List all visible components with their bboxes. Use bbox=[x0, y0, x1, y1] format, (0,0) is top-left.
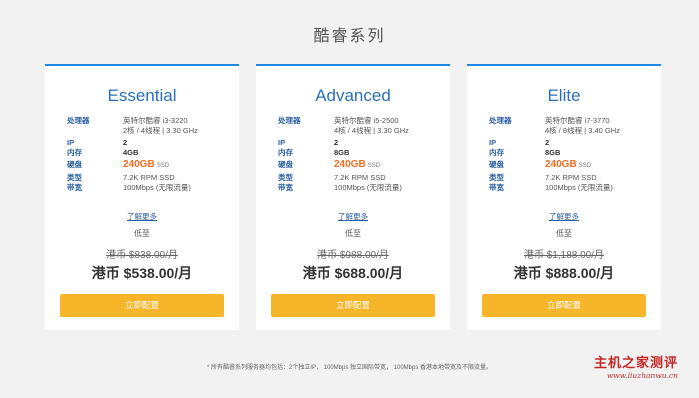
watermark-title: 主机之家测评 bbox=[593, 356, 678, 371]
spec-value-cpu: 英特尔酷睿 i3-3220 bbox=[123, 116, 188, 125]
spec-value-type: 7.2K RPM SSD bbox=[545, 173, 597, 182]
sale-price: 港币 $538.00/月 bbox=[91, 265, 193, 281]
starting-from-label: 低至 bbox=[134, 229, 150, 238]
spec-list: 处理器 英特尔酷睿 i7-3770 4核 / 8线程 | 3.40 GHz IP 2… bbox=[489, 116, 649, 193]
plan-name: Essential bbox=[107, 86, 177, 105]
original-price: 港币 $1,188.00/月 bbox=[523, 250, 605, 261]
spec-value-ram: 4GB bbox=[123, 148, 139, 157]
spec-value-type: 7.2K RPM SSD bbox=[334, 173, 386, 182]
spec-value-cpu: 英特尔酷睿 i5-2500 bbox=[334, 116, 399, 125]
original-price: 港币 $988.00/月 bbox=[317, 250, 389, 261]
configure-now-button[interactable]: 立即配置 bbox=[482, 294, 646, 317]
spec-label-type: 类型 bbox=[489, 173, 504, 182]
spec-value-ip: 2 bbox=[545, 138, 550, 147]
learn-more-link[interactable]: 了解更多 bbox=[45, 211, 239, 222]
spec-value-ip: 2 bbox=[334, 138, 339, 147]
spec-value-cpu-detail: 2核 / 4线程 | 3.30 GHz bbox=[123, 126, 198, 135]
spec-label-disk: 硬盘 bbox=[67, 160, 82, 169]
plan-card-advanced: Advanced 处理器 英特尔酷睿 i5-2500 4核 / 4线程 | 3.3… bbox=[256, 64, 450, 330]
spec-value-cpu: 英特尔酷睿 i7-3770 bbox=[545, 116, 610, 125]
spec-label-disk: 硬盘 bbox=[489, 160, 504, 169]
spec-value-disk: 240GB bbox=[545, 159, 577, 170]
spec-value-type: 7.2K RPM SSD bbox=[123, 173, 175, 182]
sale-price: 港币 $688.00/月 bbox=[302, 265, 404, 281]
spec-value-disk-unit: SSD bbox=[367, 163, 381, 169]
watermark: 主机之家测评 www.liuzhanwu.cn bbox=[578, 352, 678, 380]
spec-value-ram: 8GB bbox=[545, 148, 561, 157]
page-title: 酷睿系列 bbox=[313, 28, 386, 45]
spec-value-ip: 2 bbox=[123, 138, 128, 147]
spec-value-cpu-detail: 4核 / 4线程 | 3.30 GHz bbox=[334, 126, 409, 135]
spec-label-ram: 内存 bbox=[67, 148, 82, 157]
spec-label-cpu: 处理器 bbox=[67, 116, 90, 125]
spec-label-cpu: 处理器 bbox=[489, 116, 512, 125]
plan-name: Elite bbox=[547, 86, 581, 105]
configure-now-button[interactable]: 立即配置 bbox=[60, 294, 224, 317]
spec-value-disk-unit: SSD bbox=[578, 163, 592, 169]
spec-value-bandwidth: 100Mbps (无限流量) bbox=[334, 183, 402, 192]
spec-label-bandwidth: 带宽 bbox=[67, 183, 82, 192]
spec-label-ip: IP bbox=[67, 138, 75, 147]
spec-label-disk: 硬盘 bbox=[278, 160, 293, 169]
spec-value-disk: 240GB bbox=[334, 159, 366, 170]
watermark-url: www.liuzhanwu.cn bbox=[606, 371, 678, 380]
plan-card-essential: Essential 处理器 英特尔酷睿 i3-3220 2核 / 4线程 | 3.… bbox=[45, 64, 239, 330]
spec-value-bandwidth: 100Mbps (无限流量) bbox=[123, 183, 191, 192]
spec-label-cpu: 处理器 bbox=[278, 116, 301, 125]
spec-label-ip: IP bbox=[489, 138, 497, 147]
sale-price: 港币 $888.00/月 bbox=[513, 265, 615, 281]
configure-now-button[interactable]: 立即配置 bbox=[271, 294, 435, 317]
plan-name: Advanced bbox=[315, 86, 391, 105]
spec-value-disk: 240GB bbox=[123, 159, 155, 170]
spec-value-cpu-detail: 4核 / 8线程 | 3.40 GHz bbox=[545, 126, 620, 135]
spec-value-ram: 8GB bbox=[334, 148, 350, 157]
learn-more-link[interactable]: 了解更多 bbox=[467, 211, 661, 222]
spec-label-type: 类型 bbox=[278, 173, 293, 182]
original-price: 港币 $838.00/月 bbox=[106, 250, 178, 261]
spec-list: 处理器 英特尔酷睿 i5-2500 4核 / 4线程 | 3.30 GHz IP 2… bbox=[278, 116, 438, 193]
starting-from-label: 低至 bbox=[345, 229, 361, 238]
spec-value-bandwidth: 100Mbps (无限流量) bbox=[545, 183, 613, 192]
spec-value-disk-unit: SSD bbox=[156, 163, 170, 169]
plan-card-elite: Elite 处理器 英特尔酷睿 i7-3770 4核 / 8线程 | 3.40 G… bbox=[467, 64, 661, 330]
plan-cards: Essential 处理器 英特尔酷睿 i3-3220 2核 / 4线程 | 3.… bbox=[45, 64, 661, 330]
spec-list: 处理器 英特尔酷睿 i3-3220 2核 / 4线程 | 3.30 GHz IP 2… bbox=[67, 116, 227, 193]
spec-label-ram: 内存 bbox=[489, 148, 504, 157]
spec-label-bandwidth: 带宽 bbox=[278, 183, 293, 192]
spec-label-bandwidth: 带宽 bbox=[489, 183, 504, 192]
learn-more-link[interactable]: 了解更多 bbox=[256, 211, 450, 222]
starting-from-label: 低至 bbox=[556, 229, 572, 238]
spec-label-ram: 内存 bbox=[278, 148, 293, 157]
spec-label-ip: IP bbox=[278, 138, 286, 147]
spec-label-type: 类型 bbox=[67, 173, 82, 182]
